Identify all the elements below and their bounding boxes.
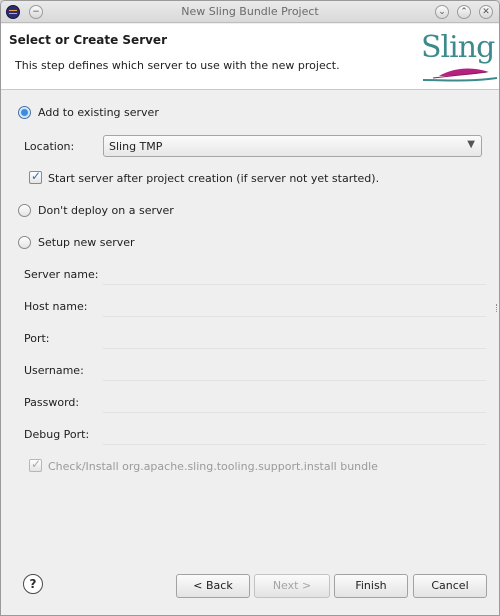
wizard-header: Select or Create Server This step define… [1,24,499,90]
port-label: Port: [24,332,50,345]
password-field[interactable] [103,393,486,413]
start-server-label[interactable]: Start server after project creation (if … [48,172,379,185]
no-deploy-radio[interactable] [18,204,31,217]
install-bundle-label: Check/Install org.apache.sling.tooling.s… [48,460,378,473]
title-bar[interactable]: − New Sling Bundle Project ⌄ ⌃ ✕ [1,1,499,23]
minimize-button[interactable]: ⌄ [435,5,449,19]
page-description: This step defines which server to use wi… [15,59,340,72]
finish-button[interactable]: Finish [334,574,408,598]
next-button[interactable]: Next > [254,574,330,598]
maximize-button[interactable]: ⌃ [457,5,471,19]
checkmark-icon: ✓ [31,169,42,183]
debug-port-label: Debug Port: [24,428,90,441]
password-label: Password: [24,396,80,409]
back-button[interactable]: < Back [176,574,250,598]
chevron-down-icon: ▼ [467,139,475,150]
cancel-button[interactable]: Cancel [413,574,487,598]
feather-icon [422,68,498,82]
page-title: Select or Create Server [9,33,167,47]
sling-logo: Sling [419,30,499,84]
username-label: Username: [24,364,84,377]
existing-server-label[interactable]: Add to existing server [38,106,159,119]
username-field[interactable] [103,361,486,381]
location-select[interactable]: Sling TMP ▼ [103,135,482,157]
port-field[interactable] [103,329,486,349]
location-value: Sling TMP [109,140,163,153]
no-deploy-label[interactable]: Don't deploy on a server [38,204,174,217]
debug-port-field[interactable] [103,425,486,445]
new-server-label[interactable]: Setup new server [38,236,135,249]
host-name-label: Host name: [24,300,88,313]
checkmark-icon: ✓ [31,457,42,471]
host-name-field[interactable] [103,297,486,317]
help-button[interactable]: ? [23,574,43,594]
install-bundle-checkbox[interactable]: ✓ [29,457,42,472]
server-name-field[interactable] [103,265,486,285]
location-label: Location: [24,140,75,153]
resize-grip[interactable] [496,304,498,312]
window-title: New Sling Bundle Project [181,5,319,18]
wizard-window: − New Sling Bundle Project ⌄ ⌃ ✕ Select … [0,0,500,616]
new-server-radio[interactable] [18,236,31,249]
close-button[interactable]: ✕ [479,5,493,19]
existing-server-radio[interactable] [18,106,31,119]
start-server-checkbox[interactable]: ✓ [29,169,42,184]
server-name-label: Server name: [24,268,99,281]
